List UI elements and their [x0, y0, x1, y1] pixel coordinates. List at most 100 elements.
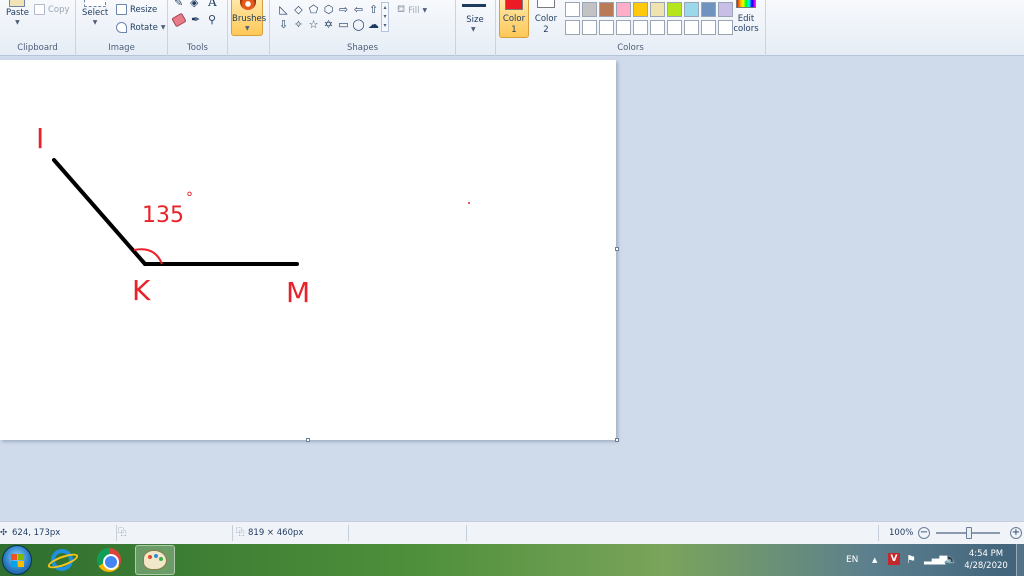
paste-icon	[9, 0, 26, 7]
magnifier-icon[interactable]: ⚲	[208, 13, 216, 26]
select-button[interactable]: Select ▼	[82, 0, 108, 26]
color-picker-icon[interactable]: ✒	[191, 13, 200, 26]
angle-value: 135	[142, 203, 184, 228]
eraser-icon[interactable]	[171, 12, 187, 28]
degree-symbol: °	[186, 190, 193, 206]
select-dropdown-icon[interactable]: ▼	[93, 19, 98, 26]
pencil-icon[interactable]: ✎	[174, 0, 183, 9]
text-tool-icon[interactable]: A	[208, 0, 217, 9]
copy-button[interactable]: Copy	[34, 4, 70, 15]
status-divider	[232, 525, 233, 541]
brushes-button[interactable]: Brushes ▼	[231, 0, 267, 36]
rotate-dropdown-icon[interactable]: ▼	[161, 24, 166, 31]
zoom-out-button[interactable]: −	[918, 527, 930, 539]
up-arrow-shape-icon[interactable]: ⇧	[366, 2, 381, 17]
label-point-k: K	[132, 274, 151, 307]
palette-swatch[interactable]	[565, 2, 580, 17]
palette-swatch[interactable]	[582, 20, 597, 35]
color1-swatch	[505, 0, 523, 10]
action-center-icon[interactable]: ⚑	[906, 544, 916, 576]
shapes-scroll-button[interactable]: ▴ ▾ ▾	[381, 2, 389, 32]
resize-button[interactable]: Resize	[116, 4, 157, 15]
down-arrow-shape-icon[interactable]: ⇩	[276, 17, 291, 32]
palette-swatch[interactable]	[582, 2, 597, 17]
rotate-label: Rotate	[130, 22, 158, 33]
palette-swatch[interactable]	[650, 2, 665, 17]
cloud-callout-shape-icon[interactable]: ☁	[366, 17, 381, 32]
clipboard-group-label: Clipboard	[17, 43, 58, 53]
zoom-in-button[interactable]: +	[1010, 527, 1022, 539]
left-arrow-shape-icon[interactable]: ⇦	[351, 2, 366, 17]
fill-button[interactable]: ⛾ Fill ▼	[397, 4, 427, 17]
resize-handle-bottom[interactable]	[306, 438, 310, 442]
four-point-star-shape-icon[interactable]: ✧	[291, 17, 306, 32]
clock[interactable]: 4:54 PM 4/28/2020	[960, 548, 1012, 572]
palette-swatch[interactable]	[701, 2, 716, 17]
volume-icon[interactable]: 🔈	[944, 544, 958, 576]
palette-swatch[interactable]	[616, 20, 631, 35]
resize-handle-corner[interactable]	[615, 438, 619, 442]
colors-group: Color 1 Color 2 Edit colors Colors	[496, 0, 766, 56]
five-point-star-shape-icon[interactable]: ☆	[306, 17, 321, 32]
ribbon: Paste ▼ Copy Clipboard Select ▼ Resize R…	[0, 0, 1024, 56]
color2-label: Color 2	[534, 14, 558, 35]
status-divider	[878, 525, 879, 541]
brush-icon	[240, 0, 256, 10]
six-point-star-shape-icon[interactable]: ✡	[321, 17, 336, 32]
brushes-label: Brushes	[232, 14, 267, 24]
diamond-shape-icon[interactable]: ◇	[291, 2, 306, 17]
right-arrow-shape-icon[interactable]: ⇨	[336, 2, 351, 17]
edit-colors-button[interactable]: Edit colors	[732, 0, 760, 34]
palette-swatch[interactable]	[633, 2, 648, 17]
tools-group-label: Tools	[187, 43, 208, 53]
show-desktop-button[interactable]	[1016, 544, 1024, 576]
antivirus-tray-icon[interactable]: V	[888, 553, 900, 565]
selection-size-icon: ⿻	[118, 528, 127, 538]
size-button[interactable]: Size ▼	[456, 0, 494, 40]
color1-button[interactable]: Color 1	[499, 0, 529, 38]
copy-label: Copy	[48, 4, 70, 15]
paste-button[interactable]: Paste ▼	[6, 0, 29, 26]
start-button[interactable]	[2, 545, 32, 575]
show-hidden-icons-button[interactable]: ▲	[872, 544, 877, 576]
palette-swatch[interactable]	[633, 20, 648, 35]
taskbar-paint[interactable]	[135, 545, 175, 575]
palette-swatch[interactable]	[650, 20, 665, 35]
palette-swatch[interactable]	[667, 2, 682, 17]
right-triangle-shape-icon[interactable]: ◺	[276, 2, 291, 17]
palette-swatch[interactable]	[718, 20, 733, 35]
rotate-icon	[116, 22, 127, 33]
taskbar-internet-explorer[interactable]	[42, 545, 82, 575]
language-indicator[interactable]: EN	[846, 544, 858, 576]
palette-swatch[interactable]	[599, 2, 614, 17]
palette-swatch[interactable]	[616, 2, 631, 17]
shapes-group: ◺ ◇ ⬠ ⬡ ⇨ ⇦ ⇧ ⇩ ✧ ☆ ✡ ▭ ◯ ☁ ▴ ▾ ▾ ⛾ Fill ▼…	[270, 0, 456, 56]
pentagon-shape-icon[interactable]: ⬠	[306, 2, 321, 17]
palette-swatch[interactable]	[667, 20, 682, 35]
color2-button[interactable]: Color 2	[531, 0, 561, 38]
internet-explorer-icon	[51, 549, 73, 571]
palette-swatch[interactable]	[718, 2, 733, 17]
hexagon-shape-icon[interactable]: ⬡	[321, 2, 336, 17]
rectangle-callout-shape-icon[interactable]: ▭	[336, 17, 351, 32]
drawing-canvas[interactable]: I K M 135 °	[0, 60, 616, 440]
palette-swatch[interactable]	[684, 20, 699, 35]
copy-icon	[34, 4, 45, 15]
palette-swatch[interactable]	[701, 20, 716, 35]
palette-swatch[interactable]	[684, 2, 699, 17]
zoom-slider-thumb[interactable]	[966, 527, 972, 539]
brushes-dropdown-icon[interactable]: ▼	[245, 25, 250, 32]
taskbar-chrome[interactable]	[89, 545, 129, 575]
size-line-icon	[462, 4, 486, 7]
clock-time: 4:54 PM	[968, 549, 1004, 559]
palette-swatch[interactable]	[599, 20, 614, 35]
palette-swatch[interactable]	[565, 20, 580, 35]
size-dropdown-icon: ▼	[471, 26, 476, 33]
status-bar: ✣ 624, 173px ⿻ ⿻ 819 × 460px 100% − +	[0, 521, 1024, 544]
edit-colors-label: Edit colors	[733, 14, 759, 34]
oval-callout-shape-icon[interactable]: ◯	[351, 17, 366, 32]
rotate-button[interactable]: Rotate ▼	[116, 22, 165, 33]
fill-bucket-icon[interactable]: ◈	[190, 0, 198, 9]
resize-handle-right[interactable]	[615, 247, 619, 251]
paste-dropdown-icon[interactable]: ▼	[15, 19, 20, 26]
